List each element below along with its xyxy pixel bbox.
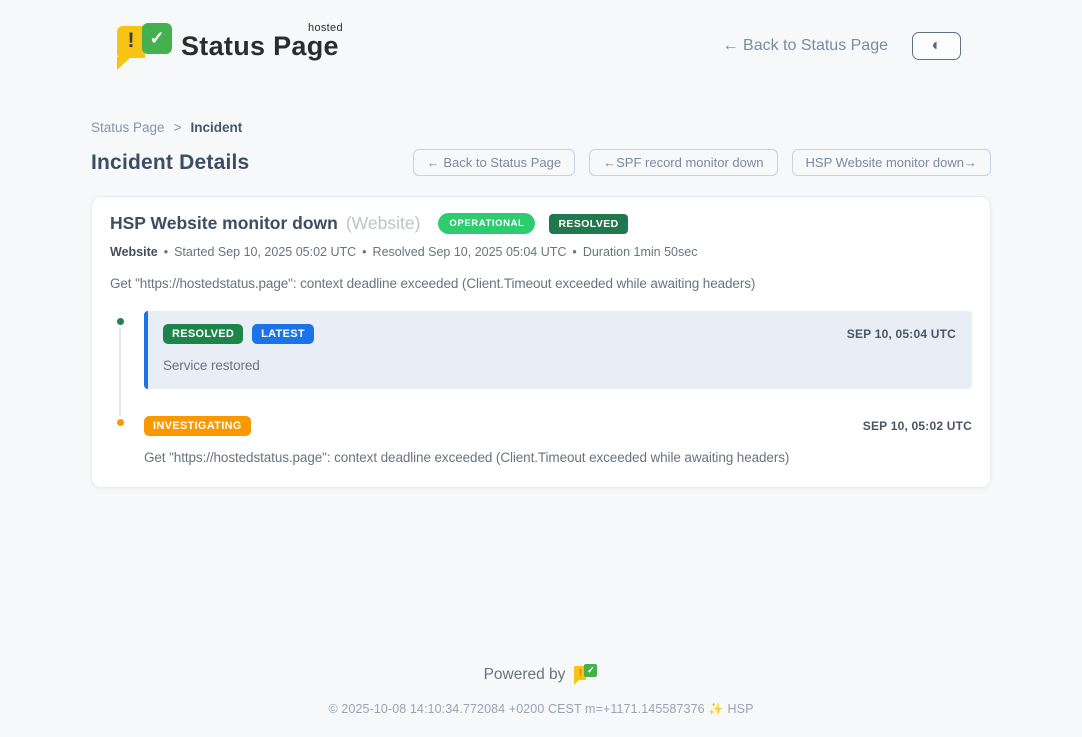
header: ! ✓ Status Page hosted ← Back to Status … xyxy=(91,0,991,76)
meta-separator: • xyxy=(164,245,168,259)
update-message: Get "https://hostedstatus.page": context… xyxy=(144,450,972,465)
exclamation-icon: ! xyxy=(128,29,135,53)
footer: Powered by ! ✓ © 2025-10-08 14:10:34.772… xyxy=(91,664,991,717)
next-incident-button[interactable]: HSP Website monitor down→ xyxy=(792,149,991,176)
resolved-badge: RESOLVED xyxy=(549,214,627,234)
update-body: INVESTIGATING SEP 10, 05:02 UTC Get "htt… xyxy=(144,415,972,465)
hsp-logo-icon[interactable]: ! ✓ xyxy=(574,664,598,686)
incident-timeline: RESOLVED LATEST SEP 10, 05:04 UTC Servic… xyxy=(110,311,972,465)
main-content: Status Page > Incident Incident Details … xyxy=(91,120,991,717)
title-row: Incident Details ← Back to Status Page ←… xyxy=(91,149,991,176)
timeline-entry-resolved: RESOLVED LATEST SEP 10, 05:04 UTC Servic… xyxy=(110,311,972,389)
header-back-link[interactable]: ← Back to Status Page xyxy=(723,37,888,55)
meta-component: Website xyxy=(110,245,158,259)
brand-name: Status Page hosted xyxy=(181,31,339,62)
incident-component: (Website) xyxy=(346,213,421,234)
header-actions: ← Back to Status Page ◐ xyxy=(723,32,961,60)
meta-duration: Duration 1min 50sec xyxy=(583,245,698,259)
back-to-status-page-button[interactable]: ← Back to Status Page xyxy=(413,149,575,176)
theme-toggle-button[interactable]: ◐ xyxy=(912,32,961,60)
investigating-status-badge: INVESTIGATING xyxy=(144,416,251,436)
resolved-status-badge: RESOLVED xyxy=(163,324,243,344)
incident-title-row: HSP Website monitor down (Website) OPERA… xyxy=(110,213,972,234)
meta-started: Started Sep 10, 2025 05:02 UTC xyxy=(174,245,356,259)
check-icon: ✓ xyxy=(142,23,172,54)
timeline-entry-investigating: INVESTIGATING SEP 10, 05:02 UTC Get "htt… xyxy=(110,415,972,465)
bubble-tail xyxy=(117,57,131,70)
powered-by-label: Powered by xyxy=(484,666,566,684)
latest-badge: LATEST xyxy=(252,324,314,344)
green-dot-icon xyxy=(114,315,127,328)
breadcrumb-incident: Incident xyxy=(190,120,242,135)
orange-dot-icon xyxy=(114,416,127,429)
page-title: Incident Details xyxy=(91,151,249,175)
breadcrumb-separator: > xyxy=(174,120,182,135)
powered-by: Powered by ! ✓ xyxy=(91,664,991,686)
update-timestamp: SEP 10, 05:04 UTC xyxy=(847,327,956,341)
copyright-line: © 2025-10-08 14:10:34.772084 +0200 CEST … xyxy=(91,702,991,717)
breadcrumb: Status Page > Incident xyxy=(91,120,991,135)
incident-title: HSP Website monitor down xyxy=(110,213,338,234)
brand-logo[interactable]: ! ✓ Status Page hosted xyxy=(117,23,339,69)
latest-update-box: RESOLVED LATEST SEP 10, 05:04 UTC Servic… xyxy=(144,311,972,389)
meta-separator: • xyxy=(362,245,366,259)
incident-description: Get "https://hostedstatus.page": context… xyxy=(110,276,972,291)
incident-card: HSP Website monitor down (Website) OPERA… xyxy=(91,196,991,488)
operational-badge: OPERATIONAL xyxy=(438,213,535,234)
brand-tag-hosted: hosted xyxy=(308,22,343,34)
half-circle-icon: ◐ xyxy=(932,38,942,54)
update-timestamp: SEP 10, 05:02 UTC xyxy=(863,419,972,433)
incident-meta: Website • Started Sep 10, 2025 05:02 UTC… xyxy=(110,245,972,259)
prev-incident-button[interactable]: ←SPF record monitor down xyxy=(589,149,777,176)
incident-nav: ← Back to Status Page ←SPF record monito… xyxy=(413,149,991,176)
status-page-logo-icon: ! ✓ xyxy=(117,23,169,69)
update-message: Service restored xyxy=(163,358,956,373)
breadcrumb-status-page[interactable]: Status Page xyxy=(91,120,165,135)
meta-resolved: Resolved Sep 10, 2025 05:04 UTC xyxy=(373,245,567,259)
meta-separator: • xyxy=(572,245,576,259)
